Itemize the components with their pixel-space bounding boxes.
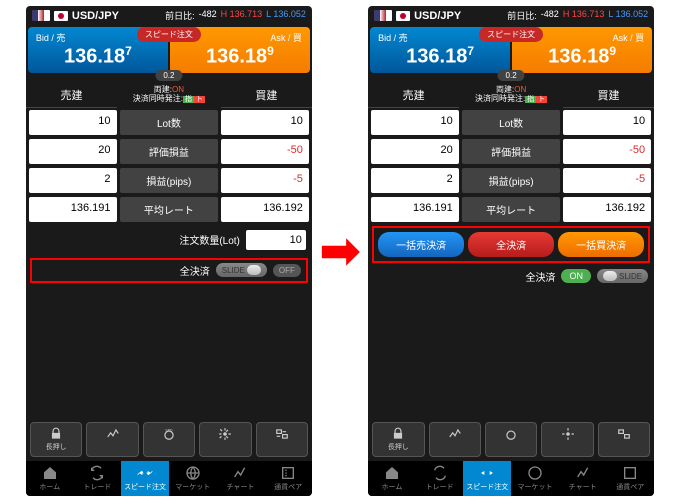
table-row: 10Lot数10 — [368, 108, 654, 137]
low-value: 136.052 — [273, 9, 306, 19]
table-row: 2損益(pips)-5 — [26, 166, 312, 195]
nav-speed[interactable]: スピード注文 — [463, 461, 511, 496]
table-row: 20評価損益-50 — [368, 137, 654, 166]
position-table: 10Lot数10 20評価損益-50 2損益(pips)-5 136.191平均… — [368, 108, 654, 224]
table-row: 136.191平均レート136.192 — [368, 195, 654, 224]
lock-button[interactable]: 長押し — [372, 422, 424, 457]
nav-bar: ホーム トレード スピード注文 マーケット チャート 通貨ペア — [26, 461, 312, 496]
arrow-icon: ➡ — [320, 223, 360, 279]
nav-trade[interactable]: トレード — [416, 461, 464, 496]
nav-speed[interactable]: スピード注文 — [121, 461, 169, 496]
nav-bar: ホーム トレード スピード注文 マーケット チャート 通貨ペア — [368, 461, 654, 496]
swap-button[interactable] — [256, 422, 308, 457]
off-pill: OFF — [273, 264, 301, 277]
nav-pairs[interactable]: 通貨ペア — [264, 461, 312, 496]
table-row: 2損益(pips)-5 — [368, 166, 654, 195]
settle-label: 全決済 — [180, 263, 210, 278]
nav-home[interactable]: ホーム — [368, 461, 416, 496]
position-table: 10Lot数10 20評価損益-50 2損益(pips)-5 136.191平均… — [26, 108, 312, 224]
prev-label: 前日比: — [165, 9, 195, 22]
flag-jp-icon — [54, 11, 68, 21]
spd-button[interactable] — [485, 422, 537, 457]
speed-order-badge: スピード注文 — [479, 27, 543, 42]
table-row: 136.191平均レート136.192 — [26, 195, 312, 224]
nav-trade[interactable]: トレード — [74, 461, 122, 496]
on-pill: ON — [561, 269, 591, 283]
phone-left: USD/JPY 前日比: -482 H 136.713 L 136.052 スピ… — [26, 6, 312, 496]
position-headers: 売建 両建:ON 決済同時発注:指ト 買建 — [368, 83, 654, 108]
top-stats: 前日比: -482 H 136.713 L 136.052 — [165, 9, 306, 22]
settle-off-row: 全決済 SLIDE OFF — [30, 258, 308, 283]
speed-order-badge: スピード注文 — [137, 27, 201, 42]
currency-pair: USD/JPY — [414, 10, 461, 22]
chart-button[interactable] — [86, 422, 138, 457]
price-panel: スピード注文 Bid / 売 136.187 Ask / 買 136.189 0… — [368, 25, 654, 75]
nav-chart[interactable]: チャート — [217, 461, 265, 496]
nav-market[interactable]: マーケット — [511, 461, 559, 496]
spread-badge: 0.2 — [155, 70, 182, 81]
settings-button[interactable] — [541, 422, 593, 457]
buy-header: 買建 — [221, 83, 312, 108]
table-row: 10Lot数10 — [26, 108, 312, 137]
nav-market[interactable]: マーケット — [169, 461, 217, 496]
chart-button[interactable] — [429, 422, 481, 457]
price-panel: スピード注文 Bid / 売 136.187 Ask / 買 136.189 0… — [26, 25, 312, 75]
sell-settle-button[interactable]: 一括売決済 — [378, 232, 464, 257]
flag-jp-icon — [396, 11, 410, 21]
flag-us-icon — [374, 10, 392, 21]
toolbar: 長押し SPD — [26, 418, 312, 461]
flag-us-icon — [32, 10, 50, 21]
nav-pairs[interactable]: 通貨ペア — [606, 461, 654, 496]
lot-label: 注文数量(Lot) — [179, 232, 240, 247]
swap-button[interactable] — [598, 422, 650, 457]
nav-home[interactable]: ホーム — [26, 461, 74, 496]
table-row: 20評価損益-50 — [26, 137, 312, 166]
currency-pair: USD/JPY — [72, 10, 119, 22]
settle-slider[interactable]: SLIDE — [597, 269, 648, 283]
prev-value: -482 — [199, 9, 217, 22]
nav-chart[interactable]: チャート — [559, 461, 607, 496]
buy-settle-button[interactable]: 一括買決済 — [558, 232, 644, 257]
center-header: 両建:ON 決済同時発注:指ト — [117, 83, 221, 108]
lot-row: 注文数量(Lot) 10 — [26, 224, 312, 256]
high-value: 136.713 — [230, 9, 263, 19]
lot-input[interactable]: 10 — [246, 230, 306, 250]
phone-right: USD/JPY 前日比: -482 H 136.713 L 136.052 スピ… — [368, 6, 654, 496]
topbar: USD/JPY 前日比: -482 H 136.713 L 136.052 — [26, 6, 312, 25]
position-headers: 売建 両建:ON 決済同時発注:指ト 買建 — [26, 83, 312, 108]
toolbar: 長押し — [368, 418, 654, 461]
settle-on-row: 全決済 ON SLIDE — [368, 265, 654, 288]
top-stats: 前日比: -482 H 136.713 L 136.052 — [507, 9, 648, 22]
topbar: USD/JPY 前日比: -482 H 136.713 L 136.052 — [368, 6, 654, 25]
spd-button[interactable]: SPD — [143, 422, 195, 457]
all-settle-button[interactable]: 全決済 — [468, 232, 554, 257]
settle-slider[interactable]: SLIDE — [216, 263, 267, 277]
spread-badge: 0.2 — [498, 70, 525, 81]
settings-button[interactable] — [199, 422, 251, 457]
settle-buttons-row: 一括売決済 全決済 一括買決済 — [372, 226, 650, 263]
lock-button[interactable]: 長押し — [30, 422, 82, 457]
svg-text:SPD: SPD — [165, 429, 173, 433]
sell-header: 売建 — [26, 83, 117, 108]
